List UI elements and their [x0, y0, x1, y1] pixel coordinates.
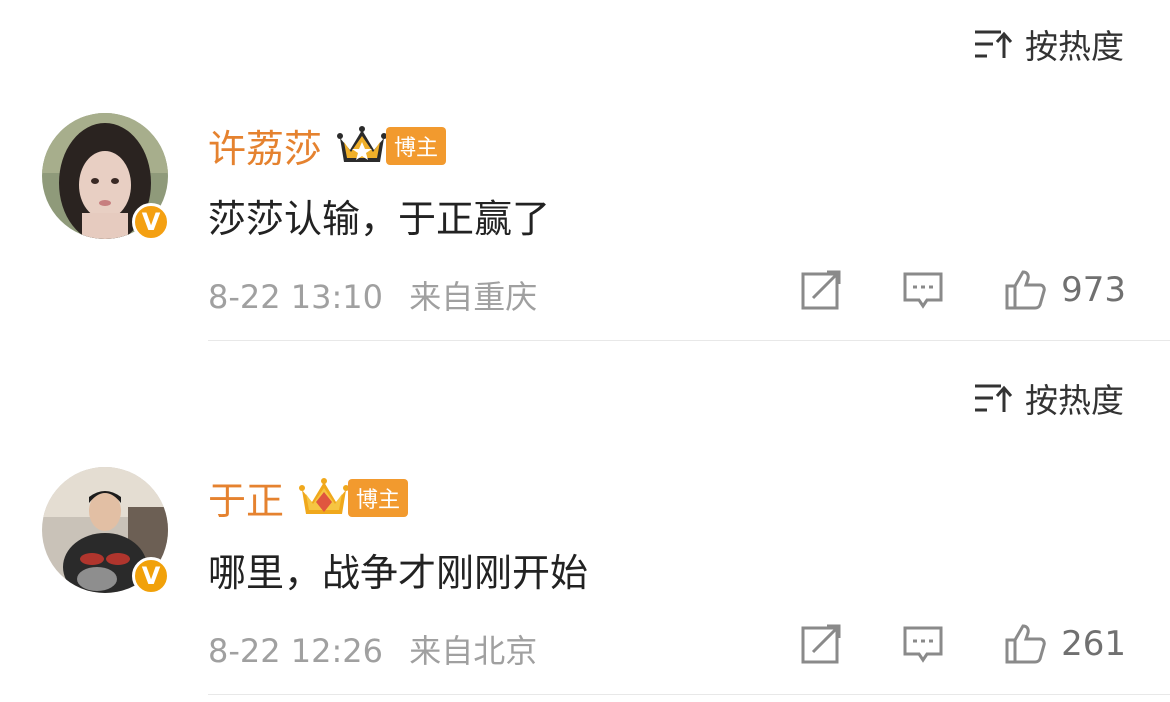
name-row: 于正 博主 — [208, 470, 409, 525]
sort-by-hot-button[interactable]: 按热度 — [973, 20, 1124, 68]
avatar[interactable]: V — [42, 467, 170, 595]
comment-icon[interactable] — [901, 268, 945, 312]
comment-date: 8-22 12:26 — [208, 632, 384, 670]
share-icon[interactable] — [799, 622, 843, 666]
comment-icon[interactable] — [901, 622, 945, 666]
comment-meta: 8-22 13:10 来自重庆 — [208, 272, 537, 318]
sort-label: 按热度 — [1025, 381, 1124, 420]
verified-badge-icon: V — [132, 557, 170, 595]
comment-actions: 261 — [799, 622, 1126, 666]
comment-text: 哪里，战争才刚刚开始 — [208, 551, 589, 595]
sort-by-hot-button[interactable]: 按热度 — [973, 374, 1124, 422]
like-icon[interactable] — [1003, 622, 1047, 666]
blogger-badge: 博主 — [348, 478, 409, 517]
comment-text: 莎莎认输，于正赢了 — [208, 197, 551, 241]
divider — [208, 340, 1170, 341]
crown-level-icon — [299, 477, 350, 514]
share-icon[interactable] — [799, 268, 843, 312]
comment-item: 按热度 V 于正 博主 哪里，战争才刚刚开始 8-22 12:26 来自北京 2… — [0, 352, 1170, 702]
sort-label: 按热度 — [1025, 27, 1124, 66]
username[interactable]: 许荔莎 — [208, 118, 322, 173]
comment-actions: 973 — [799, 268, 1126, 312]
crown-level-icon — [337, 125, 388, 162]
blogger-badge: 博主 — [386, 126, 447, 165]
avatar[interactable]: V — [42, 113, 170, 241]
divider — [208, 694, 1170, 695]
verified-badge-icon: V — [132, 203, 170, 241]
like-count: 261 — [1061, 624, 1126, 664]
comment-date: 8-22 13:10 — [208, 278, 384, 316]
name-row: 许荔莎 博主 — [208, 118, 447, 173]
comment-location: 来自重庆 — [409, 278, 538, 316]
comment-location: 来自北京 — [409, 632, 538, 670]
sort-hot-icon — [975, 30, 1013, 58]
sort-hot-icon — [975, 384, 1013, 412]
like-icon[interactable] — [1003, 268, 1047, 312]
username[interactable]: 于正 — [208, 470, 284, 525]
comment-meta: 8-22 12:26 来自北京 — [208, 626, 537, 672]
comment-item: 按热度 V 许荔莎 博主 莎莎认输，于正赢了 8-22 13:10 来自重庆 9… — [0, 0, 1170, 350]
like-count: 973 — [1061, 270, 1126, 310]
